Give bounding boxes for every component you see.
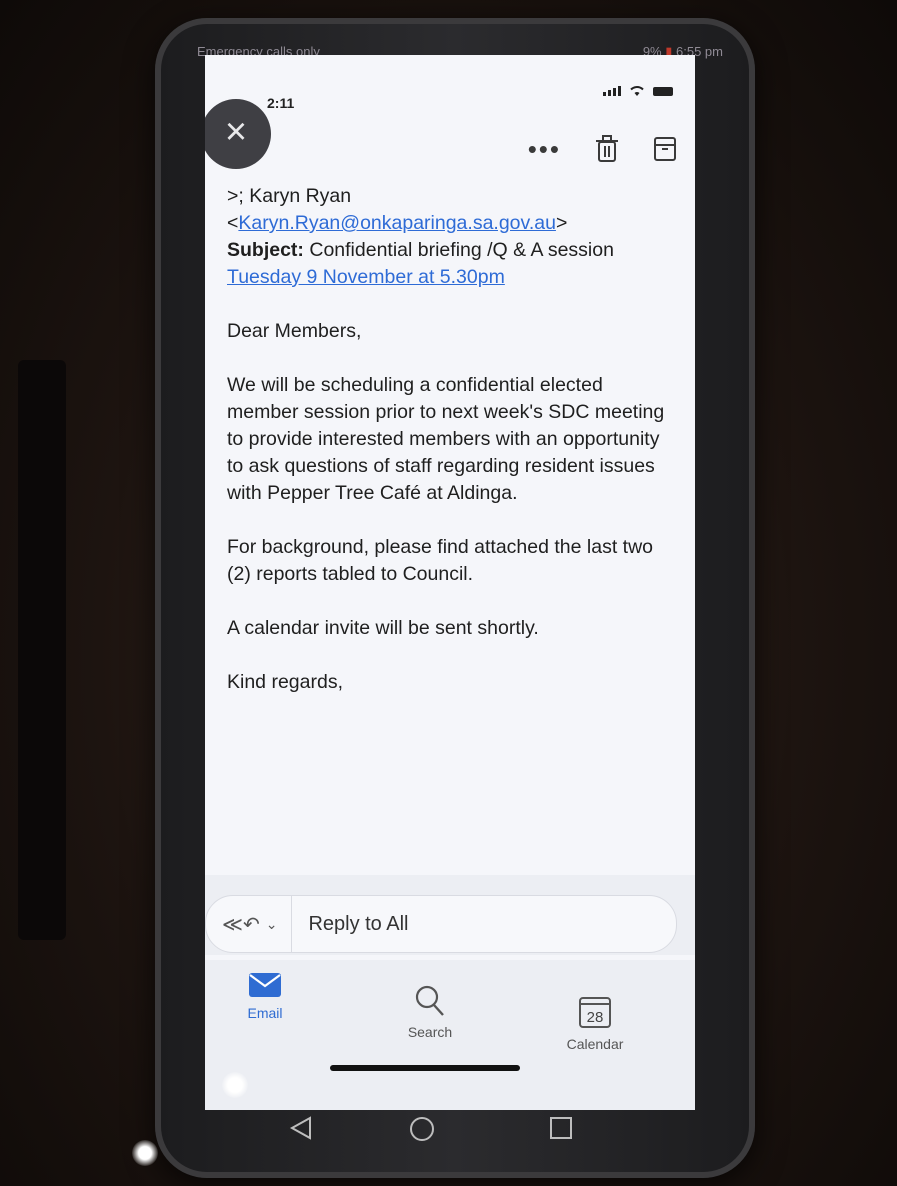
paragraph-2: For background, please find attached the…	[227, 536, 654, 585]
status-bar: 2:11	[205, 55, 695, 111]
reply-all-button[interactable]: ≪↶ ⌄ Reply to All	[205, 895, 677, 953]
calendar-icon: 28	[579, 997, 611, 1028]
nav-search[interactable]: Search	[385, 985, 475, 1040]
recent-apps-icon[interactable]	[548, 1115, 574, 1141]
reply-all-label[interactable]: Reply to All	[308, 913, 408, 936]
close-button[interactable]: ×	[205, 99, 271, 169]
nav-email[interactable]: Email	[230, 972, 300, 1021]
recipient-line: >; Karyn Ryan	[227, 185, 352, 207]
nav-search-label: Search	[407, 1024, 453, 1040]
signal-icon	[603, 86, 621, 96]
light-reflection	[222, 1072, 248, 1098]
signoff: Kind regards,	[227, 671, 343, 693]
mail-icon	[249, 973, 281, 997]
divider	[291, 896, 293, 952]
more-icon[interactable]: •••	[528, 136, 561, 162]
recipient-email-link[interactable]: Karyn.Ryan@onkaparinga.sa.gov.au	[238, 212, 556, 234]
home-icon[interactable]	[408, 1115, 436, 1143]
email-toolbar: •••	[528, 135, 677, 163]
archive-icon[interactable]	[653, 136, 677, 162]
status-time: 2:11	[267, 95, 295, 111]
nav-calendar[interactable]: 28 Calendar	[545, 995, 645, 1052]
chevron-down-icon[interactable]: ⌄	[266, 916, 278, 933]
paragraph-1: We will be scheduling a confidential ele…	[227, 374, 665, 504]
battery-icon	[653, 86, 673, 96]
trash-icon[interactable]	[595, 135, 619, 163]
subject-text: Confidential briefing /Q & A session	[309, 239, 614, 261]
subject-line: Subject: Confidential briefing /Q & A se…	[227, 237, 675, 291]
back-icon[interactable]	[288, 1115, 314, 1141]
recipient-email-line: <Karyn.Ryan@onkaparinga.sa.gov.au>	[227, 210, 675, 237]
light-reflection	[132, 1140, 158, 1166]
paragraph-3: A calendar invite will be sent shortly.	[227, 617, 539, 639]
search-icon	[415, 985, 444, 1016]
greeting: Dear Members,	[227, 320, 362, 342]
reply-all-icon[interactable]: ≪↶	[222, 912, 260, 937]
wifi-icon	[630, 86, 644, 96]
close-icon: ×	[224, 111, 248, 153]
subject-date-link[interactable]: Tuesday 9 November at 5.30pm	[227, 266, 505, 288]
background-object	[18, 360, 66, 940]
bracket-open: <	[227, 212, 239, 234]
calendar-day: 28	[587, 1009, 604, 1026]
home-indicator[interactable]	[330, 1065, 520, 1071]
bracket-close: >	[555, 212, 568, 234]
subject-label: Subject:	[227, 239, 304, 261]
phone-screen: 2:11 × ••• >; Karyn Ryan <Karyn.Ryan@onk…	[205, 55, 695, 1110]
reply-area: ≪↶ ⌄ Reply to All	[205, 875, 695, 955]
status-icons	[603, 85, 673, 97]
email-body: >; Karyn Ryan <Karyn.Ryan@onkaparinga.sa…	[227, 183, 675, 696]
nav-email-label: Email	[247, 1005, 283, 1021]
nav-calendar-label: Calendar	[566, 1036, 624, 1052]
bottom-nav: Email Search 28 Calendar	[205, 960, 695, 1110]
